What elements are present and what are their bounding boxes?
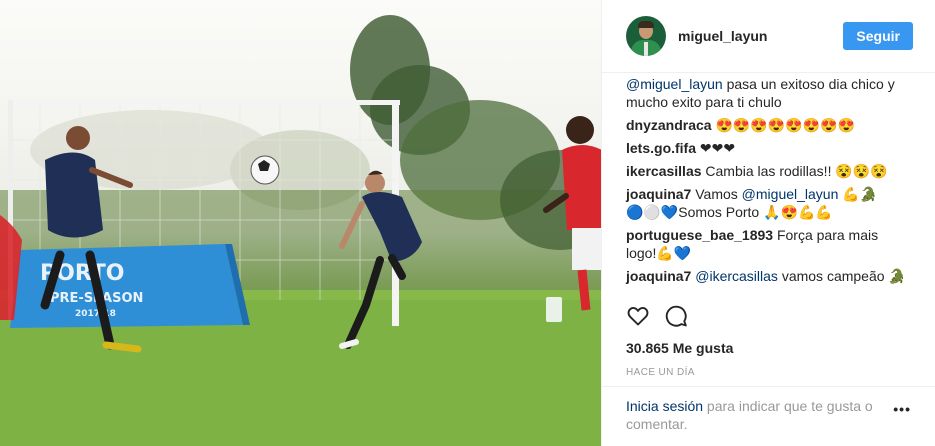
follow-button[interactable]: Seguir	[843, 22, 913, 50]
comment-icon[interactable]	[664, 304, 688, 328]
heart-icon[interactable]	[626, 304, 650, 328]
comment-text: vamos campeão 🐊	[777, 268, 906, 284]
comment-item: ikercasillas Cambia las rodillas!! 😵😵😵	[626, 162, 911, 180]
comment-item: joaquina7 Vamos @miguel_layun 💪🐊🔵⚪💙Somos…	[626, 185, 911, 221]
comment-text: 😍😍😍😍😍😍😍😍	[711, 117, 855, 133]
comment-author-link[interactable]: lets.go.fifa	[626, 140, 696, 156]
mention-link[interactable]: @miguel_layun	[626, 76, 723, 92]
post-photo[interactable]: PORTO PRE-SEASON 2017/18	[0, 0, 601, 446]
comment-text-before: Vamos	[691, 186, 742, 202]
avatar[interactable]	[626, 16, 666, 56]
comment-item: dnyzandraca 😍😍😍😍😍😍😍😍	[626, 116, 911, 134]
board-year-text: 2017/18	[75, 309, 116, 319]
login-link[interactable]: Inicia sesión	[626, 398, 703, 414]
like-count[interactable]: 30.865 Me gusta	[602, 339, 935, 357]
comment-text: Cambia las rodillas!! 😵😵😵	[701, 163, 888, 179]
login-prompt-text: Inicia sesión para indicar que te gusta …	[626, 397, 891, 433]
comment-author-link[interactable]: joaquina7	[626, 268, 691, 284]
comment-item: joaquina7 @ikercasillas vamos campeão 🐊	[626, 267, 911, 285]
action-bar	[602, 299, 935, 333]
comment-author-link[interactable]: dnyzandraca	[626, 117, 712, 133]
comment-author-link[interactable]: portuguese_bae_1893	[626, 227, 773, 243]
mention-link[interactable]: @miguel_layun	[742, 186, 839, 202]
login-prompt: Inicia sesión para indicar que te gusta …	[602, 386, 935, 433]
post-side-panel: miguel_layun Seguir @miguel_layun pasa u…	[601, 0, 935, 446]
comment-item: lets.go.fifa ❤❤❤	[626, 139, 911, 157]
post-dialog: PORTO PRE-SEASON 2017/18	[0, 0, 935, 446]
comment-list: @miguel_layun pasa un exitoso dia chico …	[602, 73, 935, 296]
comment-item: portuguese_bae_1893 Força para mais logo…	[626, 226, 911, 262]
username-link[interactable]: miguel_layun	[678, 28, 843, 44]
comment-author-link[interactable]: joaquina7	[626, 186, 691, 202]
post-timestamp[interactable]: HACE UN DÍA	[602, 367, 935, 378]
comment-author-link[interactable]: ikercasillas	[626, 163, 702, 179]
post-photo-graphic: PORTO PRE-SEASON 2017/18	[0, 15, 601, 446]
mention-link[interactable]: @ikercasillas	[695, 268, 778, 284]
comment-text: ❤❤❤	[696, 140, 736, 156]
post-header: miguel_layun Seguir	[602, 0, 935, 73]
more-options-icon[interactable]: •••	[891, 397, 911, 433]
comment-item: @miguel_layun pasa un exitoso dia chico …	[626, 75, 911, 111]
